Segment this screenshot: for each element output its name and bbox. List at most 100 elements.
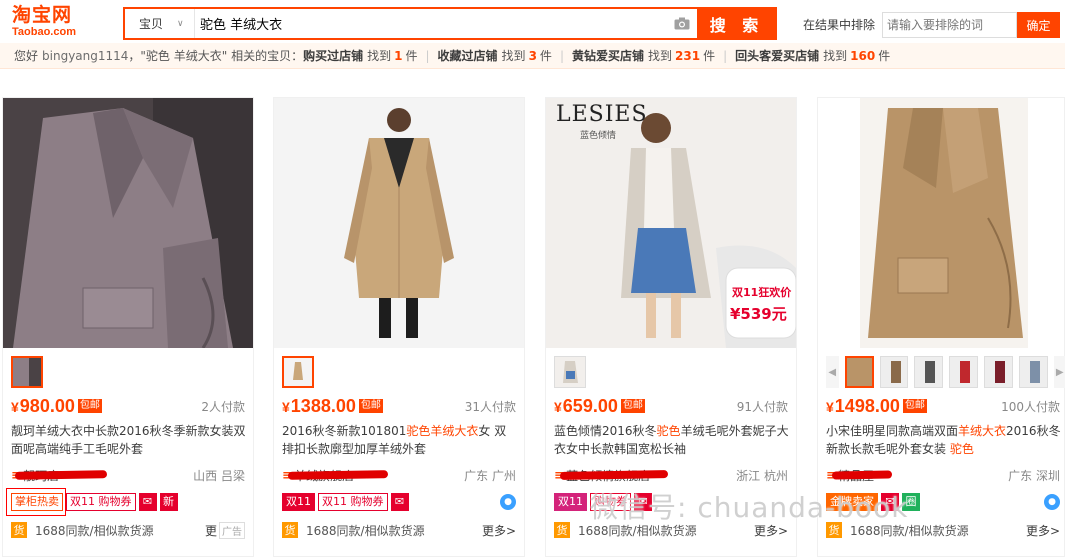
source-row: 货 1688同款/相似款货源 更多> xyxy=(554,520,788,540)
product-card[interactable]: LESIES 蓝色倾情 双11狂欢价 ¥539元 ¥659.00 包邮 91人付… xyxy=(545,97,797,557)
filter-count: 3 xyxy=(528,48,537,63)
source-link[interactable]: 1688同款/相似款货源 xyxy=(35,522,154,539)
logo-en: Taobao.com xyxy=(12,26,76,38)
info-icon[interactable]: ● xyxy=(500,494,516,510)
product-title[interactable]: 小宋佳明星同款高端双面羊绒大衣2016秋冬新款长款毛呢外套女装 驼色 xyxy=(826,422,1062,462)
chevron-left-icon[interactable]: ◀ xyxy=(826,356,839,388)
hot-seller-badge[interactable]: 掌柜热卖 xyxy=(11,493,63,511)
brand-subtitle: 蓝色倾情 xyxy=(580,131,617,141)
source-link[interactable]: 1688同款/相似款货源 xyxy=(850,522,969,539)
source-link[interactable]: 1688同款/相似款货源 xyxy=(306,522,425,539)
paid-count: 31人付款 xyxy=(464,399,516,414)
source-link[interactable]: 1688同款/相似款货源 xyxy=(578,522,697,539)
product-card[interactable]: ◀ ▶ ¥1498.00 包邮 100人付款 小宋佳明星同款高端双面羊绒大衣20… xyxy=(817,97,1065,557)
product-image[interactable] xyxy=(274,98,524,348)
shop-row: ≡ 羊绒旗舰店 广东 广州 xyxy=(282,466,516,484)
paid-count: 100人付款 xyxy=(1001,399,1060,414)
location: 广东 广州 xyxy=(464,468,516,483)
product-title[interactable]: 2016秋冬新款101801驼色羊绒大衣女 双排扣长款廓型加厚羊绒外套 xyxy=(282,422,518,462)
brand-logo: LESIES xyxy=(556,102,648,127)
query-text: ，"驼色 羊绒大衣" 相关的宝贝： xyxy=(128,49,304,63)
divider: | xyxy=(559,48,564,63)
thumbnail[interactable] xyxy=(282,356,314,388)
thumbnail[interactable] xyxy=(983,356,1013,388)
thumbnail[interactable] xyxy=(914,356,944,388)
username-link[interactable]: bingyang1114 xyxy=(42,49,128,63)
double11-coupon-badge[interactable]: 双11 购物券 xyxy=(66,493,136,511)
paid-count: 2人付款 xyxy=(201,399,245,414)
product-image[interactable] xyxy=(3,98,253,348)
header: 淘宝网 Taobao.com 宝贝 ∨ 搜 索 在结果中排除 确定 xyxy=(0,0,1065,42)
filter-unit: 件 xyxy=(878,49,891,63)
title-text: 2016秋冬新款101801 xyxy=(282,424,407,438)
filter-favorited-shops[interactable]: 收藏过店铺 xyxy=(438,47,498,64)
double11-badge[interactable]: 双11 xyxy=(282,493,315,511)
source-row: 货 1688同款/相似款货源 更多> xyxy=(826,520,1060,540)
thumbnail[interactable] xyxy=(11,356,43,388)
redaction-scribble xyxy=(14,470,108,480)
thumbnail[interactable] xyxy=(554,356,586,388)
more-link[interactable]: 更 xyxy=(205,522,217,539)
envelope-icon[interactable]: ✉ xyxy=(634,493,652,511)
title-highlight: 驼色 xyxy=(656,424,681,438)
product-title[interactable]: 蓝色倾情2016秋冬驼色羊绒毛呢外套妮子大衣女中长款韩国宽松长袖 xyxy=(554,422,790,462)
goods-icon: 货 xyxy=(826,522,842,538)
thumbnail-strip xyxy=(282,356,314,388)
price-row: ¥1388.00 包邮 31人付款 xyxy=(282,394,516,418)
product-image[interactable]: LESIES 蓝色倾情 双11狂欢价 ¥539元 xyxy=(546,98,796,348)
divider: | xyxy=(425,48,430,63)
thumbnail[interactable] xyxy=(949,356,978,388)
thumbnail-strip xyxy=(554,356,586,388)
gold-seller-badge[interactable]: 金牌卖家 xyxy=(826,493,878,511)
taobao-logo[interactable]: 淘宝网 Taobao.com xyxy=(12,4,102,40)
camera-icon[interactable] xyxy=(667,9,697,38)
chevron-right-icon[interactable]: ▶ xyxy=(1053,356,1065,388)
price: ¥1498.00 xyxy=(826,395,900,416)
envelope-icon[interactable]: ✉ xyxy=(390,493,409,511)
coupon-badge[interactable]: 购物券 xyxy=(590,493,631,511)
search-button[interactable]: 搜 索 xyxy=(697,7,777,40)
new-badge[interactable]: 新 xyxy=(159,493,178,511)
more-link[interactable]: 更多> xyxy=(1026,522,1060,539)
thumbnail-strip xyxy=(11,356,43,388)
exclude-confirm-button[interactable]: 确定 xyxy=(1017,12,1060,38)
more-link[interactable]: 更多> xyxy=(754,522,788,539)
filter-bought-shops[interactable]: 购买过店铺 xyxy=(303,47,363,64)
promo-title: 双11狂欢价 xyxy=(732,286,792,299)
double11-badge[interactable]: 双11 xyxy=(554,493,587,511)
shop-filter-info-bar: 您好 bingyang1114 ，"驼色 羊绒大衣" 相关的宝贝： 购买过店铺 … xyxy=(0,43,1065,69)
search-scope-select[interactable]: 宝贝 ∨ xyxy=(125,9,195,38)
badge-row: 金牌卖家 ✉ 圈 ● xyxy=(826,492,1060,512)
product-title[interactable]: 靓珂羊绒大衣中长款2016秋冬季新款女装双面呢高端纯手工毛呢外套 xyxy=(11,422,247,462)
title-highlight: 羊绒大衣 xyxy=(958,424,1007,438)
filter-unit: 件 xyxy=(405,49,418,63)
double11-coupon-badge[interactable]: 双11 购物券 xyxy=(318,493,388,511)
product-card[interactable]: ¥1388.00 包邮 31人付款 2016秋冬新款101801驼色羊绒大衣女 … xyxy=(273,97,525,557)
shop-row: ≡ 靓珂店 山西 吕梁 xyxy=(11,466,245,484)
filter-repeat-customer-shops[interactable]: 回头客爱买店铺 xyxy=(735,47,819,64)
search-input[interactable] xyxy=(195,9,667,38)
envelope-icon[interactable]: ✉ xyxy=(881,493,899,511)
price-row: ¥980.00 包邮 2人付款 xyxy=(11,394,245,418)
product-image[interactable] xyxy=(818,98,1064,348)
paid-count: 91人付款 xyxy=(736,399,788,414)
divider: | xyxy=(723,48,728,63)
price: ¥1388.00 xyxy=(282,395,356,416)
promo-price: ¥539元 xyxy=(730,305,787,323)
thumbnail-slider: ◀ ▶ xyxy=(826,356,1065,388)
redaction-scribble xyxy=(287,470,389,480)
shop-row: ≡ 精品屋 广东 深圳 xyxy=(826,466,1060,484)
exclude-input[interactable] xyxy=(882,12,1017,38)
thumbnail[interactable] xyxy=(1018,356,1048,388)
thumbnail[interactable] xyxy=(844,356,874,388)
thumbnail[interactable] xyxy=(879,356,909,388)
more-link[interactable]: 更多> xyxy=(482,522,516,539)
price-value: 980.00 xyxy=(19,395,75,416)
circle-badge[interactable]: 圈 xyxy=(902,493,920,511)
filter-found-text: 找到 xyxy=(501,49,526,63)
price-row: ¥1498.00 包邮 100人付款 xyxy=(826,394,1060,418)
product-card[interactable]: ¥980.00 包邮 2人付款 靓珂羊绒大衣中长款2016秋冬季新款女装双面呢高… xyxy=(2,97,254,557)
filter-yellow-diamond-shops[interactable]: 黄钻爱买店铺 xyxy=(572,47,644,64)
info-icon[interactable]: ● xyxy=(1044,494,1060,510)
envelope-icon[interactable]: ✉ xyxy=(138,493,157,511)
